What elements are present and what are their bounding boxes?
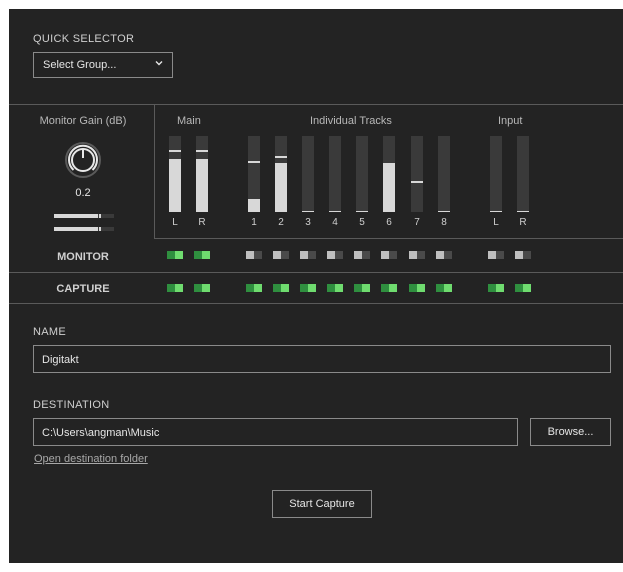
capture-toggle-input-L[interactable] — [488, 284, 504, 292]
channel-label-tracks-4: 4 — [332, 217, 338, 228]
meter-tracks-8 — [438, 136, 450, 212]
meter-main-R — [196, 136, 208, 212]
open-destination-folder-link[interactable]: Open destination folder — [34, 453, 148, 465]
section-input-title: Input — [498, 115, 523, 127]
gain-level-bar-2 — [54, 227, 114, 231]
destination-title: DESTINATION — [33, 399, 110, 411]
divider-top — [9, 104, 623, 105]
meter-tracks-5 — [356, 136, 368, 212]
channel-label-main-L: L — [172, 217, 178, 228]
meter-peak — [196, 150, 208, 152]
meter-tracks-6 — [383, 136, 395, 212]
gain-level-bar-1 — [54, 214, 114, 218]
meter-peak — [248, 161, 260, 163]
monitor-gain-title: Monitor Gain (dB) — [39, 115, 127, 127]
capture-window: QUICK SELECTOR Select Group... Monitor G… — [9, 9, 623, 563]
meter-input-R — [517, 136, 529, 212]
capture-toggle-tracks-8[interactable] — [436, 284, 452, 292]
meter-tracks-7 — [411, 136, 423, 212]
meter-peak — [490, 211, 502, 212]
channel-label-input-R: R — [519, 217, 527, 228]
monitor-toggle-tracks-1[interactable] — [246, 251, 262, 259]
divider-monitor — [9, 272, 623, 273]
monitor-toggle-input-L[interactable] — [488, 251, 504, 259]
capture-toggle-input-R[interactable] — [515, 284, 531, 292]
channel-label-tracks-2: 2 — [278, 217, 284, 228]
meter-peak — [302, 211, 314, 212]
meter-peak — [383, 163, 395, 165]
meter-peak — [169, 150, 181, 152]
monitor-toggle-tracks-4[interactable] — [327, 251, 343, 259]
capture-toggle-tracks-2[interactable] — [273, 284, 289, 292]
monitor-toggle-tracks-5[interactable] — [354, 251, 370, 259]
meter-input-L — [490, 136, 502, 212]
divider-capture — [9, 303, 623, 304]
meter-tracks-4 — [329, 136, 341, 212]
capture-row-label: CAPTURE — [56, 283, 110, 295]
meter-peak — [275, 156, 287, 158]
meter-tracks-3 — [302, 136, 314, 212]
meter-fill — [248, 199, 260, 212]
quick-selector-title: QUICK SELECTOR — [33, 33, 135, 45]
start-capture-button[interactable]: Start Capture — [272, 490, 372, 518]
capture-toggle-tracks-1[interactable] — [246, 284, 262, 292]
destination-input[interactable]: C:\Users\angman\Music — [33, 418, 518, 446]
meter-fill — [275, 163, 287, 212]
section-individual-tracks-title: Individual Tracks — [310, 115, 392, 127]
name-title: NAME — [33, 326, 66, 338]
meter-peak — [356, 211, 368, 212]
divider-meters-bottom — [154, 238, 623, 239]
capture-toggle-tracks-3[interactable] — [300, 284, 316, 292]
capture-toggle-tracks-4[interactable] — [327, 284, 343, 292]
meter-fill — [196, 159, 208, 212]
name-input-value: Digitakt — [42, 354, 79, 366]
channel-label-tracks-7: 7 — [414, 217, 420, 228]
gain-knob[interactable] — [64, 141, 102, 179]
channel-label-tracks-6: 6 — [386, 217, 392, 228]
capture-toggle-tracks-5[interactable] — [354, 284, 370, 292]
channel-label-tracks-5: 5 — [359, 217, 365, 228]
group-select-value: Select Group... — [43, 59, 117, 71]
group-select[interactable]: Select Group... — [33, 52, 173, 78]
meter-peak — [438, 211, 450, 212]
meter-fill — [169, 159, 181, 212]
monitor-gain-value: 0.2 — [75, 187, 91, 199]
meter-peak — [411, 181, 423, 183]
browse-button[interactable]: Browse... — [530, 418, 611, 446]
capture-toggle-main-L[interactable] — [167, 284, 183, 292]
channel-label-input-L: L — [493, 217, 499, 228]
meter-peak — [329, 211, 341, 212]
chevron-down-icon — [155, 61, 163, 66]
capture-toggle-tracks-7[interactable] — [409, 284, 425, 292]
monitor-toggle-input-R[interactable] — [515, 251, 531, 259]
meter-tracks-2 — [275, 136, 287, 212]
capture-toggle-tracks-6[interactable] — [381, 284, 397, 292]
meter-fill — [383, 164, 395, 212]
destination-input-value: C:\Users\angman\Music — [42, 427, 160, 439]
capture-toggle-main-R[interactable] — [194, 284, 210, 292]
section-main-title: Main — [177, 115, 201, 127]
name-input[interactable]: Digitakt — [33, 345, 611, 373]
monitor-row-label: MONITOR — [57, 251, 109, 263]
meter-peak — [517, 211, 529, 212]
meter-main-L — [169, 136, 181, 212]
meter-tracks-1 — [248, 136, 260, 212]
monitor-toggle-tracks-3[interactable] — [300, 251, 316, 259]
monitor-toggle-tracks-2[interactable] — [273, 251, 289, 259]
monitor-toggle-tracks-8[interactable] — [436, 251, 452, 259]
channel-label-tracks-3: 3 — [305, 217, 311, 228]
monitor-toggle-main-R[interactable] — [194, 251, 210, 259]
channel-label-main-R: R — [198, 217, 206, 228]
monitor-toggle-tracks-7[interactable] — [409, 251, 425, 259]
monitor-toggle-main-L[interactable] — [167, 251, 183, 259]
monitor-toggle-tracks-6[interactable] — [381, 251, 397, 259]
channel-label-tracks-8: 8 — [441, 217, 447, 228]
channel-label-tracks-1: 1 — [251, 217, 257, 228]
